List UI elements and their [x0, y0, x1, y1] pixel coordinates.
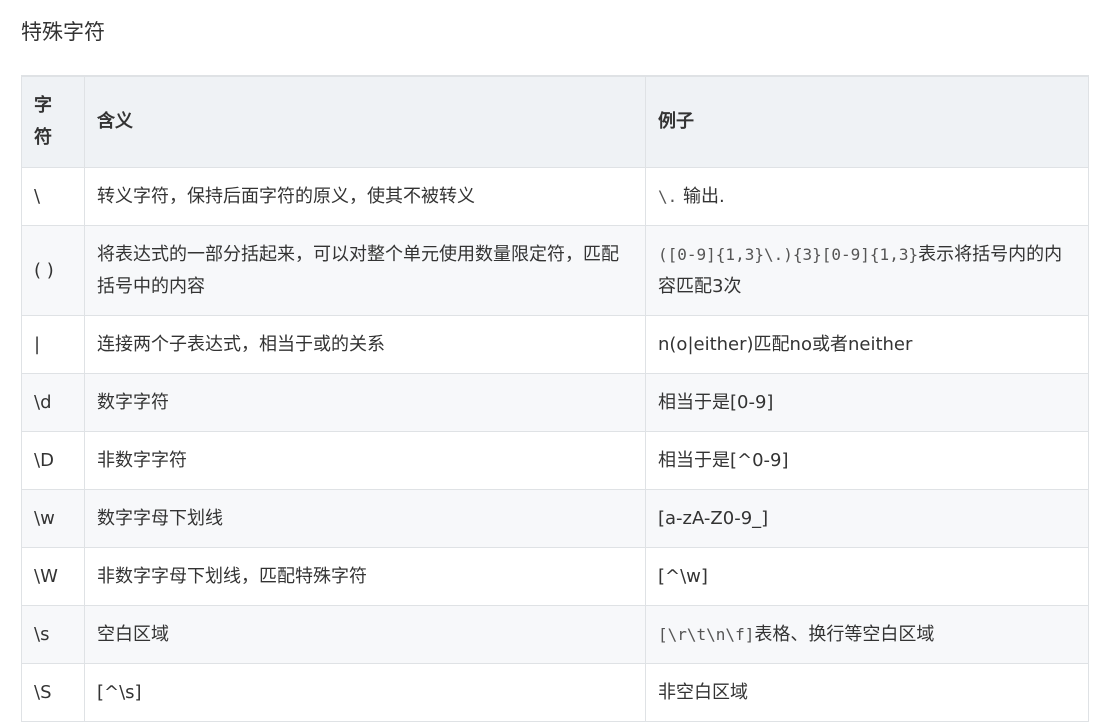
special-characters-table: 字 符 含义 例子 \ 转义字符，保持后面字符的原义，使其不被转义 \. 输出.… [21, 75, 1089, 722]
cell-example: \. 输出. [645, 167, 1089, 226]
cell-example: 相当于是[0-9] [645, 373, 1089, 432]
column-header-meaning: 含义 [84, 75, 646, 168]
cell-example: [^\w] [645, 547, 1089, 606]
cell-meaning: [^\s] [84, 663, 646, 722]
cell-meaning: 转义字符，保持后面字符的原义，使其不被转义 [84, 167, 646, 226]
cell-meaning: 空白区域 [84, 605, 646, 664]
cell-meaning: 将表达式的一部分括起来，可以对整个单元使用数量限定符，匹配括号中的内容 [84, 225, 646, 316]
cell-symbol: \ [21, 167, 85, 226]
example-code: [\r\t\n\f] [658, 624, 755, 644]
example-code: \. [658, 186, 678, 206]
cell-example: [\r\t\n\f]表格、换行等空白区域 [645, 605, 1089, 664]
cell-example: [a-zA-Z0-9_] [645, 489, 1089, 548]
example-text: 相当于是[^0-9] [658, 449, 789, 471]
column-header-symbol: 字 符 [21, 75, 85, 168]
table-row: \ 转义字符，保持后面字符的原义，使其不被转义 \. 输出. [21, 167, 1089, 226]
example-code: ([0-9]{1,3}\.){3}[0-9]{1,3} [658, 244, 919, 264]
cell-meaning: 非数字字符 [84, 431, 646, 490]
column-header-symbol-line-2: 符 [34, 127, 52, 148]
cell-example: 相当于是[^0-9] [645, 431, 1089, 490]
table-row: \d 数字字符 相当于是[0-9] [21, 373, 1089, 432]
cell-example: 非空白区域 [645, 663, 1089, 722]
column-header-example: 例子 [645, 75, 1089, 168]
table-row: \S [^\s] 非空白区域 [21, 663, 1089, 722]
example-text: 输出. [677, 185, 725, 207]
cell-symbol: \S [21, 663, 85, 722]
cell-symbol: \w [21, 489, 85, 548]
cell-meaning: 数字字母下划线 [84, 489, 646, 548]
cell-example: n(o|either)匹配no或者neither [645, 315, 1089, 374]
example-text: 非空白区域 [658, 681, 748, 703]
page-title: 特殊字符 [21, 20, 105, 44]
table-row: | 连接两个子表达式，相当于或的关系 n(o|either)匹配no或者neit… [21, 315, 1089, 374]
example-text: n(o|either)匹配no或者neither [658, 333, 913, 355]
table-row: \D 非数字字符 相当于是[^0-9] [21, 431, 1089, 490]
table-row: \W 非数字字母下划线，匹配特殊字符 [^\w] [21, 547, 1089, 606]
cell-example: ([0-9]{1,3}\.){3}[0-9]{1,3}表示将括号内的内容匹配3次 [645, 225, 1089, 316]
example-text: [^\w] [658, 565, 708, 587]
table-row: \w 数字字母下划线 [a-zA-Z0-9_] [21, 489, 1089, 548]
table-row: \s 空白区域 [\r\t\n\f]表格、换行等空白区域 [21, 605, 1089, 664]
cell-meaning: 非数字字母下划线，匹配特殊字符 [84, 547, 646, 606]
table-row: ( ) 将表达式的一部分括起来，可以对整个单元使用数量限定符，匹配括号中的内容 … [21, 225, 1089, 316]
cell-meaning: 数字字符 [84, 373, 646, 432]
cell-symbol: \s [21, 605, 85, 664]
example-text: 相当于是[0-9] [658, 391, 774, 413]
cell-symbol: ( ) [21, 225, 85, 316]
example-text: 表格、换行等空白区域 [754, 623, 935, 645]
cell-symbol: \W [21, 547, 85, 606]
cell-symbol: | [21, 315, 85, 374]
cell-meaning: 连接两个子表达式，相当于或的关系 [84, 315, 646, 374]
table-header-row: 字 符 含义 例子 [21, 75, 1089, 168]
cell-symbol: \D [21, 431, 85, 490]
cell-symbol: \d [21, 373, 85, 432]
column-header-symbol-line-1: 字 [34, 95, 52, 116]
example-text: [a-zA-Z0-9_] [658, 507, 769, 529]
